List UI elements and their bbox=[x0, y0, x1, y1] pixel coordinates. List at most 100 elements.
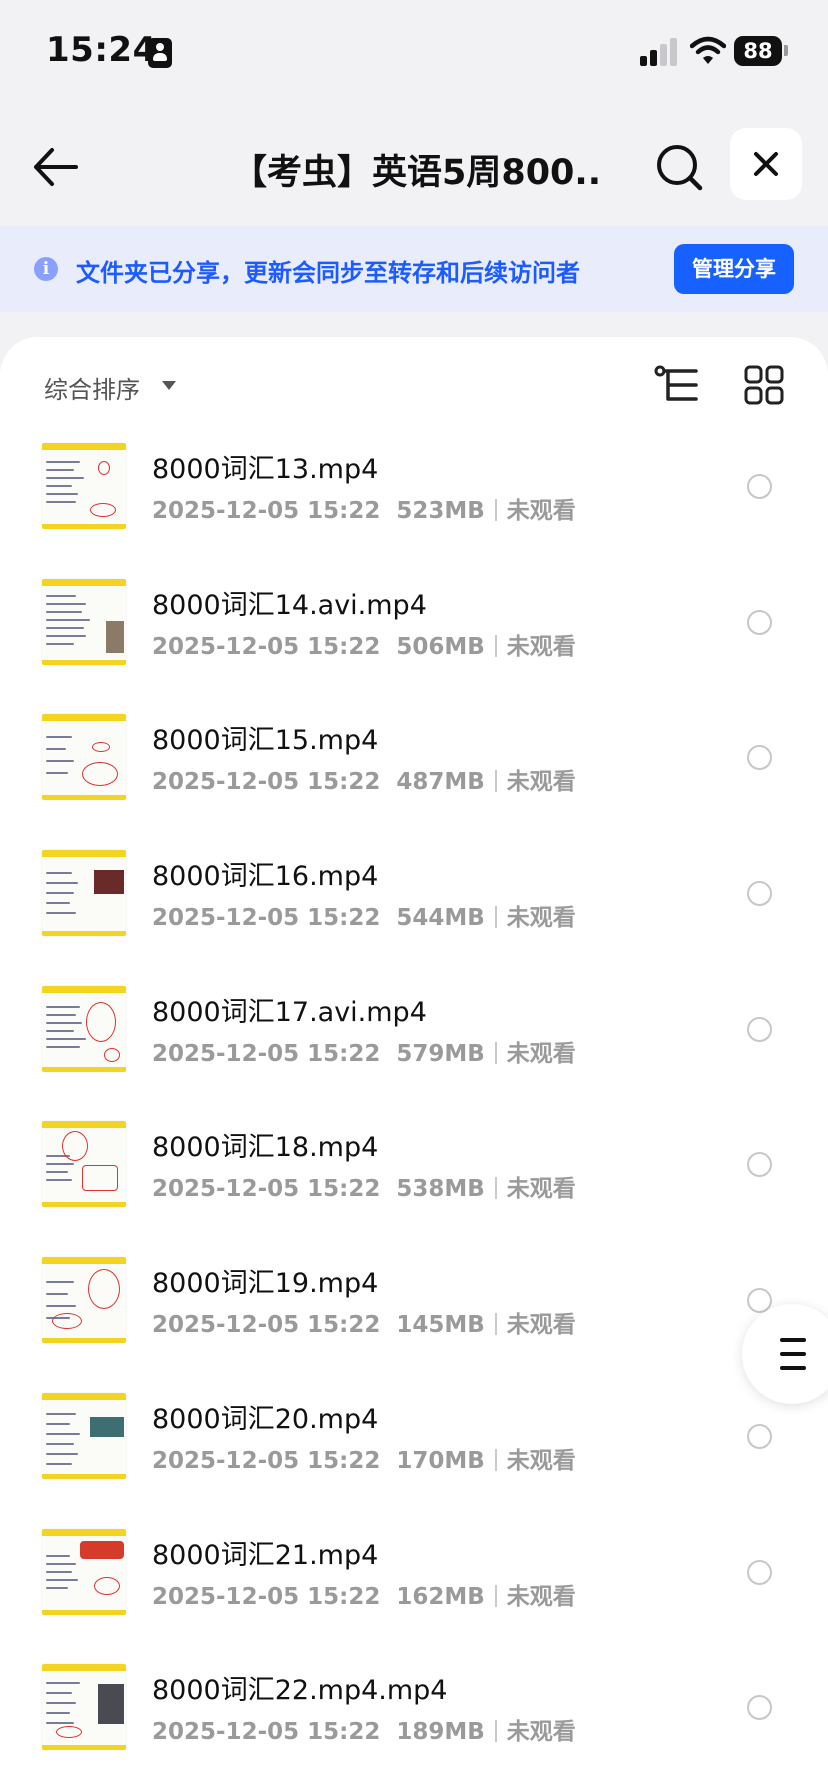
page-title: 【考虫】英语5周800... bbox=[232, 153, 602, 193]
file-list-panel: 综合排序 8000词汇13.mp4 2025-12-05 15:22 523MB… bbox=[0, 337, 828, 1792]
video-thumbnail bbox=[42, 1257, 126, 1344]
file-meta: 2025-12-05 15:22 538MB 未观看 bbox=[152, 1169, 576, 1203]
meta-divider bbox=[494, 1448, 497, 1471]
file-size: 579MB bbox=[396, 1040, 485, 1067]
meta-divider bbox=[494, 499, 497, 521]
info-icon: i bbox=[34, 257, 58, 281]
file-meta: 2025-12-05 15:22 145MB 未观看 bbox=[152, 1305, 576, 1339]
video-thumbnail bbox=[42, 578, 126, 665]
video-thumbnail bbox=[42, 850, 126, 937]
file-size: 506MB bbox=[396, 633, 485, 660]
focus-person-icon bbox=[148, 38, 172, 68]
file-meta: 2025-12-05 15:22 544MB 未观看 bbox=[152, 898, 576, 932]
battery-indicator: 88 bbox=[734, 36, 782, 66]
meta-divider bbox=[494, 1313, 497, 1336]
file-row[interactable]: 8000词汇13.mp4 2025-12-05 15:22 523MB 未观看 bbox=[0, 437, 828, 573]
wifi-icon bbox=[690, 36, 726, 64]
select-radio[interactable] bbox=[747, 1695, 772, 1721]
select-radio[interactable] bbox=[747, 1016, 772, 1042]
meta-divider bbox=[494, 1041, 497, 1064]
file-row[interactable]: 8000词汇22.mp4.mp4 2025-12-05 15:22 189MB 未… bbox=[0, 1658, 828, 1792]
file-size: 544MB bbox=[396, 905, 485, 932]
meta-divider bbox=[494, 1584, 497, 1607]
search-icon[interactable] bbox=[652, 140, 706, 194]
file-list: 8000词汇13.mp4 2025-12-05 15:22 523MB 未观看 8… bbox=[0, 437, 828, 1792]
file-size: 487MB bbox=[396, 769, 485, 796]
video-thumbnail bbox=[42, 1664, 126, 1751]
file-name: 8000词汇13.mp4 bbox=[152, 454, 379, 485]
tree-view-icon[interactable] bbox=[654, 365, 700, 405]
file-date: 2025-12-05 15:22 bbox=[152, 905, 381, 932]
video-thumbnail bbox=[42, 443, 126, 529]
file-size: 145MB bbox=[396, 1312, 485, 1339]
watch-status: 未观看 bbox=[506, 769, 576, 796]
file-size: 162MB bbox=[396, 1583, 485, 1610]
watch-status: 未观看 bbox=[506, 1447, 576, 1474]
watch-status: 未观看 bbox=[506, 633, 576, 660]
file-row[interactable]: 8000词汇17.avi.mp4 2025-12-05 15:22 579MB 未… bbox=[0, 980, 828, 1116]
video-thumbnail bbox=[42, 1528, 126, 1615]
file-row[interactable]: 8000词汇20.mp4 2025-12-05 15:22 170MB 未观看 bbox=[0, 1387, 828, 1523]
close-button[interactable] bbox=[730, 128, 802, 200]
file-name: 8000词汇22.mp4.mp4 bbox=[152, 1675, 448, 1707]
file-date: 2025-12-05 15:22 bbox=[152, 1176, 381, 1203]
file-meta: 2025-12-05 15:22 487MB 未观看 bbox=[152, 762, 576, 796]
file-meta: 2025-12-05 15:22 506MB 未观看 bbox=[152, 627, 576, 661]
file-meta: 2025-12-05 15:22 579MB 未观看 bbox=[152, 1034, 576, 1068]
floating-menu-button[interactable] bbox=[742, 1304, 828, 1404]
sort-dropdown[interactable]: 综合排序 bbox=[44, 370, 140, 405]
select-radio[interactable] bbox=[747, 1152, 772, 1178]
file-name: 8000词汇19.mp4 bbox=[152, 1268, 379, 1300]
select-radio[interactable] bbox=[747, 1559, 772, 1585]
meta-divider bbox=[494, 634, 497, 657]
file-name: 8000词汇14.avi.mp4 bbox=[152, 589, 427, 621]
file-row[interactable]: 8000词汇15.mp4 2025-12-05 15:22 487MB 未观看 bbox=[0, 708, 828, 844]
cellular-signal-icon bbox=[640, 38, 680, 66]
file-name: 8000词汇16.mp4 bbox=[152, 861, 379, 893]
select-radio[interactable] bbox=[747, 1423, 772, 1449]
video-thumbnail bbox=[42, 1121, 126, 1208]
navigation-bar: 【考虫】英语5周800... bbox=[0, 110, 828, 220]
file-row[interactable]: 8000词汇18.mp4 2025-12-05 15:22 538MB 未观看 bbox=[0, 1115, 828, 1251]
file-date: 2025-12-05 15:22 bbox=[152, 633, 381, 660]
file-size: 538MB bbox=[396, 1176, 485, 1203]
watch-status: 未观看 bbox=[506, 1176, 576, 1203]
watch-status: 未观看 bbox=[506, 1312, 576, 1339]
file-size: 189MB bbox=[396, 1719, 485, 1746]
select-radio[interactable] bbox=[747, 881, 772, 907]
meta-divider bbox=[494, 1720, 497, 1743]
file-name: 8000词汇21.mp4 bbox=[152, 1539, 379, 1571]
share-banner: i 文件夹已分享，更新会同步至转存和后续访问者 管理分享 bbox=[0, 226, 828, 312]
file-row[interactable]: 8000词汇19.mp4 2025-12-05 15:22 145MB 未观看 bbox=[0, 1251, 828, 1387]
caret-down-icon[interactable] bbox=[162, 381, 176, 390]
file-date: 2025-12-05 15:22 bbox=[152, 769, 381, 796]
select-radio[interactable] bbox=[747, 609, 772, 635]
file-row[interactable]: 8000词汇14.avi.mp4 2025-12-05 15:22 506MB 未… bbox=[0, 573, 828, 709]
file-date: 2025-12-05 15:22 bbox=[152, 1719, 381, 1746]
file-date: 2025-12-05 15:22 bbox=[152, 498, 381, 524]
file-date: 2025-12-05 15:22 bbox=[152, 1583, 381, 1610]
file-size: 523MB bbox=[396, 498, 485, 524]
file-size: 170MB bbox=[396, 1447, 485, 1474]
file-meta: 2025-12-05 15:22 170MB 未观看 bbox=[152, 1441, 576, 1475]
meta-divider bbox=[494, 906, 497, 929]
video-thumbnail bbox=[42, 985, 126, 1072]
grid-view-icon[interactable] bbox=[744, 365, 784, 405]
status-bar: 15:24 88 bbox=[0, 0, 828, 100]
share-banner-text: 文件夹已分享，更新会同步至转存和后续访问者 bbox=[76, 259, 580, 287]
file-name: 8000词汇17.avi.mp4 bbox=[152, 996, 427, 1028]
file-row[interactable]: 8000词汇21.mp4 2025-12-05 15:22 162MB 未观看 bbox=[0, 1523, 828, 1659]
file-row[interactable]: 8000词汇16.mp4 2025-12-05 15:22 544MB 未观看 bbox=[0, 844, 828, 980]
video-thumbnail bbox=[42, 714, 126, 801]
select-radio[interactable] bbox=[747, 474, 772, 499]
file-name: 8000词汇15.mp4 bbox=[152, 725, 379, 757]
file-date: 2025-12-05 15:22 bbox=[152, 1447, 381, 1474]
select-radio[interactable] bbox=[747, 745, 772, 771]
watch-status: 未观看 bbox=[506, 905, 576, 932]
file-name: 8000词汇20.mp4 bbox=[152, 1403, 379, 1435]
arrow-left-icon[interactable] bbox=[28, 138, 86, 196]
watch-status: 未观看 bbox=[506, 1719, 576, 1746]
manage-share-button[interactable]: 管理分享 bbox=[674, 244, 794, 294]
file-meta: 2025-12-05 15:22 189MB 未观看 bbox=[152, 1712, 576, 1746]
menu-icon bbox=[780, 1338, 806, 1370]
